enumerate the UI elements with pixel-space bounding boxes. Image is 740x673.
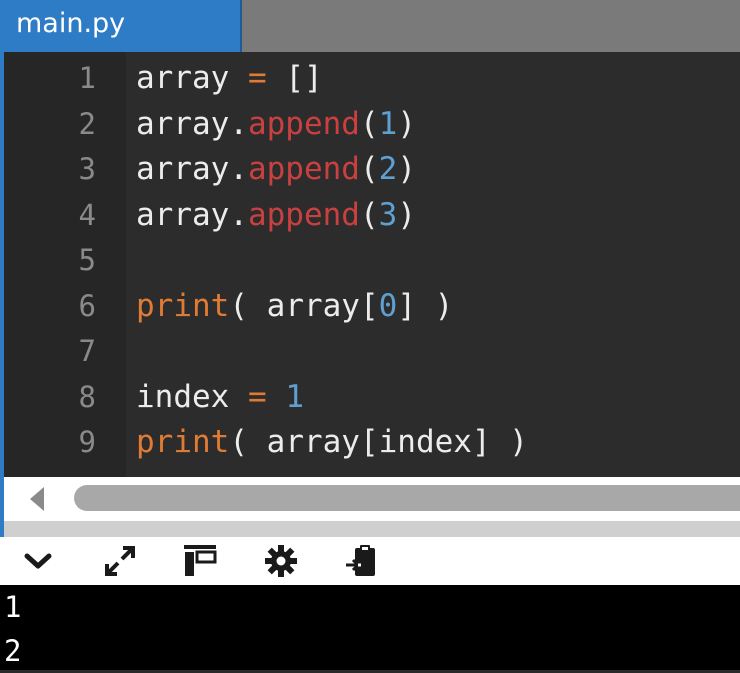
line-number: 9 [78, 425, 96, 459]
code-token: [] [285, 60, 323, 96]
gear-icon[interactable] [263, 543, 299, 579]
code-token: append [247, 105, 360, 142]
line-source[interactable]: print( array[0] ) [136, 283, 453, 329]
code-line[interactable]: 3 array.append(2) [4, 146, 740, 192]
tab-bar: main.py [0, 0, 740, 52]
line-number: 7 [78, 334, 96, 368]
code-token: 3 [378, 196, 398, 233]
code-token: 0 [378, 287, 398, 324]
code-token: index [136, 378, 230, 415]
line-number: 4 [78, 197, 96, 232]
line-source[interactable]: array.append(2) [136, 146, 416, 192]
line-source[interactable]: print( array[index] ) [136, 419, 528, 465]
code-token: ( [359, 105, 379, 142]
horizontal-scrollbar[interactable] [4, 477, 740, 521]
code-token: ( [359, 196, 379, 233]
line-number: 2 [78, 106, 96, 141]
code-token: ( [359, 151, 379, 187]
console-toolbar [0, 537, 740, 585]
code-line[interactable]: 6 print( array[0] ) [4, 283, 740, 329]
scroll-left-arrow-icon[interactable] [30, 487, 44, 511]
line-number: 6 [78, 288, 96, 323]
code-token: ( array[index] ) [229, 424, 528, 460]
line-source[interactable]: array.append(3) [136, 192, 416, 238]
scrollbar-thumb[interactable] [74, 485, 740, 511]
code-token: 1 [285, 378, 304, 415]
expand-icon[interactable] [102, 543, 138, 579]
code-token: array. [136, 151, 248, 187]
code-line[interactable]: 7 [4, 328, 740, 374]
code-token: 1 [378, 105, 398, 142]
line-source[interactable]: array.append(1) [136, 101, 416, 147]
code-token: = [229, 378, 286, 415]
code-token: ) [397, 151, 416, 187]
line-number: 8 [78, 379, 96, 414]
code-token: ] ) [397, 287, 454, 324]
code-line[interactable]: 1 array = [] [4, 55, 740, 101]
code-token: array. [136, 196, 248, 233]
tab-main-py[interactable]: main.py [0, 0, 242, 52]
code-token: ) [397, 196, 416, 233]
console-output[interactable]: 1 2 [0, 585, 740, 670]
code-line[interactable]: 4 array.append(3) [4, 192, 740, 238]
code-token: print [136, 287, 230, 324]
line-number: 5 [78, 243, 96, 277]
code-token: ) [397, 105, 416, 142]
code-line[interactable]: 5 [4, 237, 740, 283]
console-line: 1 [4, 590, 22, 624]
tab-label: main.py [16, 8, 126, 39]
panel-divider[interactable] [4, 521, 740, 537]
code-line[interactable]: 9 print( array[index] ) [4, 419, 740, 465]
code-token: array [136, 60, 230, 96]
code-line[interactable]: 2 array.append(1) [4, 101, 740, 147]
code-line[interactable]: 8 index = 1 [4, 374, 740, 420]
line-source[interactable]: index = 1 [136, 374, 304, 420]
clipboard-paste-icon[interactable] [343, 543, 379, 579]
chevron-down-icon[interactable] [20, 543, 56, 579]
code-token: append [247, 196, 360, 233]
code-editor[interactable]: 1 array = [] 2 array.append(1) 3 array.append… [4, 52, 740, 477]
code-token: append [247, 151, 360, 187]
console-line: 2 [4, 634, 22, 668]
code-token: 2 [378, 151, 398, 187]
layout-panel-icon[interactable] [182, 543, 218, 579]
line-number: 3 [78, 152, 96, 186]
code-token: = [229, 60, 286, 96]
code-token: print [136, 424, 230, 460]
line-source[interactable]: array = [] [136, 55, 323, 101]
line-number: 1 [78, 61, 96, 95]
code-token: array. [136, 105, 248, 142]
code-token: ( array[ [229, 287, 379, 324]
